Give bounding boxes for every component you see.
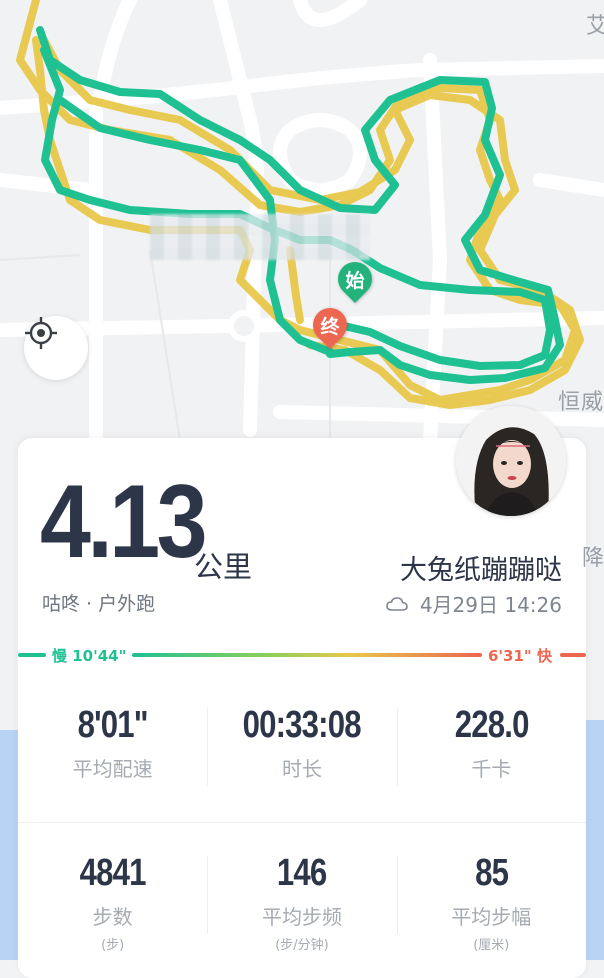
pace-scale-bar: 慢 10'44" 6'31" 快 [18, 645, 586, 665]
distance-unit: 公里 [194, 550, 253, 584]
stat-value: 8'01" [77, 704, 149, 746]
stat-label: 步数 [92, 905, 133, 929]
map-place-label-mid: 恒威 [557, 390, 604, 415]
stat-value: 00:33:08 [242, 704, 362, 746]
stat-unit: (厘米) [473, 938, 510, 953]
stat-calories: 228.0 千卡 [396, 704, 586, 786]
username[interactable]: 大兔纸蹦蹦哒 [400, 548, 562, 587]
avatar[interactable] [456, 406, 566, 516]
workout-summary-card: 4.13 公里 咕咚 · 户外跑 大兔纸蹦蹦哒 4月29日 14:26 慢 10… [18, 438, 586, 978]
route-start-marker[interactable]: 始 [330, 254, 380, 304]
cloud-icon [386, 596, 408, 611]
stat-avg-pace: 8'01" 平均配速 [18, 704, 207, 782]
activity-source: 咕咚 · 户外跑 [42, 593, 156, 615]
stat-value: 4841 [79, 852, 147, 894]
stat-label: 时长 [281, 757, 322, 781]
stat-label: 平均步频 [261, 905, 342, 929]
stats-row-primary: 8'01" 平均配速 00:33:08 时长 228.0 千卡 [18, 704, 586, 786]
stat-duration: 00:33:08 时长 [207, 704, 396, 786]
stat-value: 85 [474, 852, 509, 894]
stats-row-secondary: 4841 步数 (步) 146 平均步频 (步/分钟) 85 平均步幅 (厘米) [18, 852, 586, 953]
stat-stride: 85 平均步幅 (厘米) [396, 852, 586, 953]
stat-value: 146 [277, 852, 327, 894]
pace-bar-left-stub [18, 653, 46, 657]
stat-label: 平均步幅 [451, 905, 532, 929]
stat-value: 228.0 [454, 704, 529, 746]
stat-steps: 4841 步数 (步) [18, 852, 207, 953]
route-end-label: 终 [320, 315, 340, 338]
pace-bar-right-stub [560, 653, 586, 657]
locate-button[interactable] [24, 316, 88, 380]
map-place-label-top: 艾 [586, 14, 604, 39]
pace-gradient-line [132, 653, 482, 657]
stat-cadence: 146 平均步频 (步/分钟) [207, 852, 396, 953]
pace-fast-label: 6'31" 快 [488, 647, 552, 665]
datetime-text: 4月29日 14:26 [419, 593, 562, 617]
blurred-place-name [150, 214, 370, 260]
stat-label: 平均配速 [72, 757, 153, 781]
user-photo [456, 406, 566, 516]
crosshair-icon [25, 317, 57, 349]
route-start-label: 始 [345, 269, 365, 292]
map-place-label-low: 降 [582, 546, 604, 571]
pace-slow-label: 慢 10'44" [52, 647, 127, 665]
distance-value: 4.13 [40, 464, 208, 580]
activity-datetime: 4月29日 14:26 [386, 589, 562, 618]
stat-unit: (步) [101, 938, 125, 953]
stat-unit: (步/分钟) [275, 938, 329, 953]
route-end-marker[interactable]: 终 [305, 300, 355, 350]
stat-label: 千卡 [471, 757, 512, 781]
stats-divider [18, 822, 586, 823]
